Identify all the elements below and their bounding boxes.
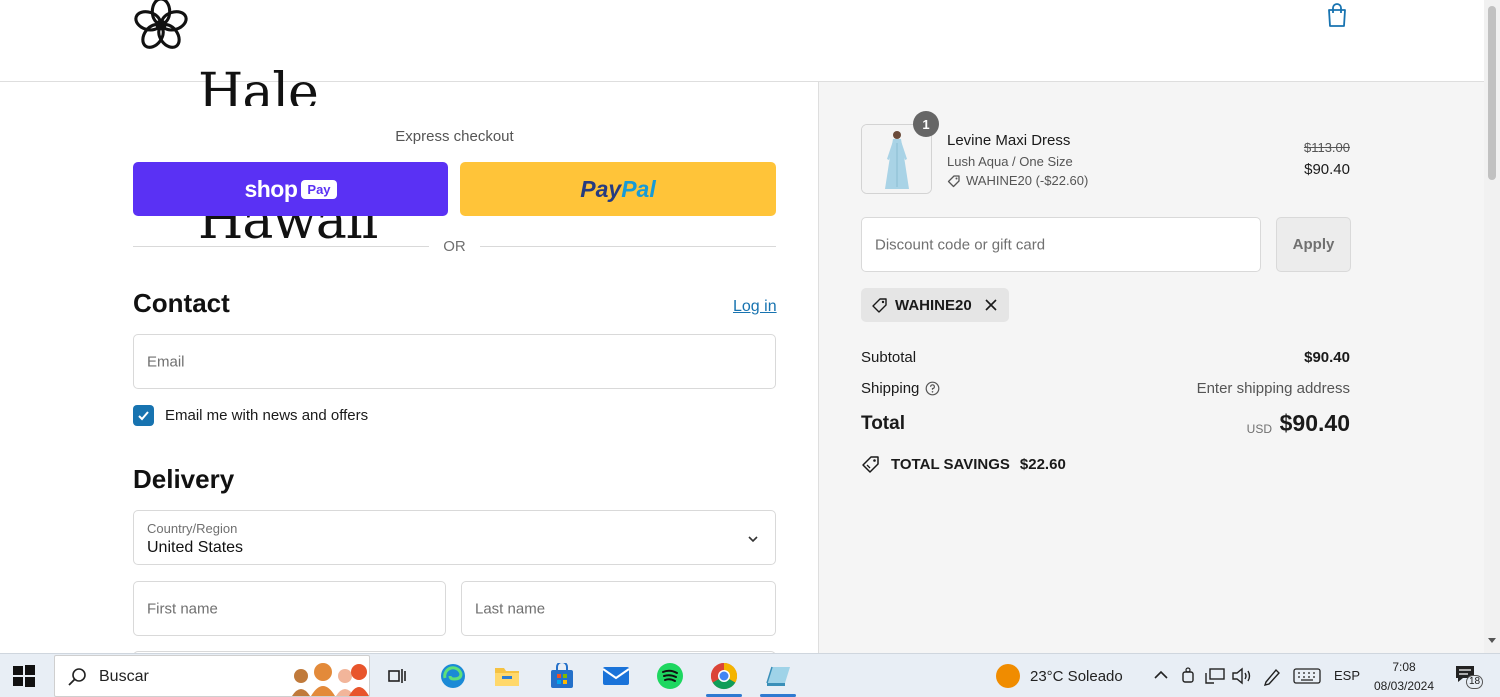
- windows-start-icon[interactable]: [12, 664, 36, 688]
- search-highlight-illustration: [292, 663, 369, 696]
- express-checkout-title: Express checkout: [395, 128, 514, 145]
- weather-text: 23°C Soleado: [1030, 667, 1123, 685]
- notes-app-icon[interactable]: [762, 660, 794, 692]
- search-icon: [68, 668, 86, 686]
- first-name-field[interactable]: First name: [133, 581, 446, 636]
- savings-label: TOTAL SAVINGS: [891, 455, 1010, 473]
- scrollbar-thumb[interactable]: [1488, 6, 1496, 180]
- page-scrollbar[interactable]: [1484, 0, 1500, 653]
- newsletter-checkbox[interactable]: [133, 405, 154, 426]
- paypal-button[interactable]: PayPal: [460, 162, 776, 216]
- chrome-browser-icon[interactable]: [708, 660, 740, 692]
- chevron-up-icon[interactable]: [1153, 669, 1169, 681]
- discount-code-input[interactable]: Discount code or gift card: [861, 217, 1261, 272]
- email-field[interactable]: Email: [133, 334, 776, 389]
- meet-now-icon[interactable]: [1180, 666, 1198, 686]
- taskbar: Buscar 23°C Soleado ESP 7:08 08/03/2024 …: [0, 653, 1500, 697]
- product-discount: WAHINE20 (-$22.60): [947, 173, 1088, 188]
- last-name-placeholder: Last name: [475, 600, 546, 617]
- store-logo[interactable]: Hale Hawaii: [132, 0, 402, 247]
- volume-icon[interactable]: [1231, 667, 1253, 685]
- applied-code-text: WAHINE20: [895, 296, 972, 314]
- clock[interactable]: 7:08 08/03/2024: [1370, 658, 1438, 696]
- shop-pay-wordmark: shop: [244, 175, 298, 202]
- hibiscus-flower-icon: [134, 0, 188, 49]
- original-price: $113.00: [1303, 140, 1350, 155]
- tag-icon: [872, 298, 887, 313]
- edge-browser-icon[interactable]: [437, 660, 469, 692]
- subtotal-label: Subtotal: [861, 349, 917, 366]
- spotify-icon[interactable]: [654, 660, 686, 692]
- scroll-down-arrow-icon[interactable]: [1488, 638, 1496, 643]
- tag-icon: [862, 456, 879, 473]
- paypal-pal-text: Pal: [621, 175, 656, 202]
- shipping-value: Enter shipping address: [1196, 380, 1350, 397]
- search-text: Buscar: [99, 668, 149, 685]
- country-value: United States: [147, 539, 244, 556]
- checkmark-icon: [138, 411, 149, 421]
- language-indicator[interactable]: ESP: [1334, 668, 1360, 683]
- total-currency: USD: [1246, 422, 1272, 436]
- taskbar-search[interactable]: Buscar: [54, 655, 370, 697]
- delivery-heading: Delivery: [133, 464, 235, 494]
- network-icon[interactable]: [1204, 667, 1226, 685]
- paypal-wordmark: PayPal: [580, 176, 655, 203]
- checkout-page: Hale Hawaii Express checkout shop Pay Pa…: [0, 0, 1484, 653]
- shop-pay-button[interactable]: shop Pay: [133, 162, 448, 216]
- order-summary: 1 Levine Maxi Dress Lush Aqua / One Size…: [818, 82, 1484, 653]
- chevron-down-icon: [748, 536, 758, 543]
- tag-icon: [947, 174, 960, 187]
- shopping-bag-icon[interactable]: [1324, 2, 1350, 28]
- applied-discount-chip: WAHINE20: [861, 288, 1009, 322]
- country-label: Country/Region: [147, 521, 238, 536]
- clock-date: 08/03/2024: [1373, 679, 1435, 693]
- shipping-row: Shipping: [861, 380, 940, 397]
- contact-heading: Contact: [133, 288, 230, 318]
- total-label: Total: [861, 413, 905, 434]
- task-view-icon[interactable]: [381, 660, 413, 692]
- total-value: $90.40: [1279, 410, 1350, 436]
- apply-button[interactable]: Apply: [1276, 217, 1351, 272]
- weather-widget[interactable]: 23°C Soleado: [996, 664, 1123, 688]
- notification-count: 18: [1466, 675, 1484, 689]
- or-divider: OR: [133, 236, 776, 256]
- discount-placeholder: Discount code or gift card: [875, 236, 1046, 253]
- remove-discount-icon[interactable]: [984, 298, 998, 312]
- log-in-link[interactable]: Log in: [733, 298, 777, 316]
- email-placeholder: Email: [147, 353, 185, 370]
- subtotal-value: $90.40: [1304, 349, 1350, 366]
- pen-icon[interactable]: [1262, 666, 1282, 686]
- current-price: $90.40: [1304, 161, 1350, 178]
- shop-pay-pill: Pay: [301, 179, 337, 199]
- newsletter-label: Email me with news and offers: [165, 407, 369, 424]
- logo-line-1: Hale: [198, 70, 319, 106]
- keyboard-icon[interactable]: [1293, 668, 1321, 684]
- product-name: Levine Maxi Dress: [947, 132, 1071, 149]
- last-name-field[interactable]: Last name: [461, 581, 776, 636]
- shipping-label: Shipping: [861, 380, 920, 397]
- paypal-pay-text: Pay: [580, 175, 622, 202]
- notification-center[interactable]: 18: [1454, 664, 1484, 690]
- site-header: Hale Hawaii: [0, 0, 1484, 247]
- microsoft-store-icon[interactable]: [546, 660, 578, 692]
- product-variant: Lush Aqua / One Size: [947, 154, 1073, 169]
- clock-time: 7:08: [1392, 660, 1416, 674]
- country-select[interactable]: Country/Region United States: [133, 510, 776, 565]
- first-name-placeholder: First name: [147, 600, 218, 617]
- divider-line-right: [480, 246, 776, 247]
- help-circle-icon[interactable]: [925, 381, 940, 396]
- file-explorer-icon[interactable]: [491, 660, 523, 692]
- total-savings: TOTAL SAVINGS $22.60: [861, 454, 1066, 474]
- product-discount-text: WAHINE20 (-$22.60): [966, 173, 1089, 188]
- mail-icon[interactable]: [600, 660, 632, 692]
- savings-value: $22.60: [1019, 455, 1066, 473]
- quantity-badge: 1: [913, 111, 939, 137]
- sun-icon: [996, 664, 1020, 688]
